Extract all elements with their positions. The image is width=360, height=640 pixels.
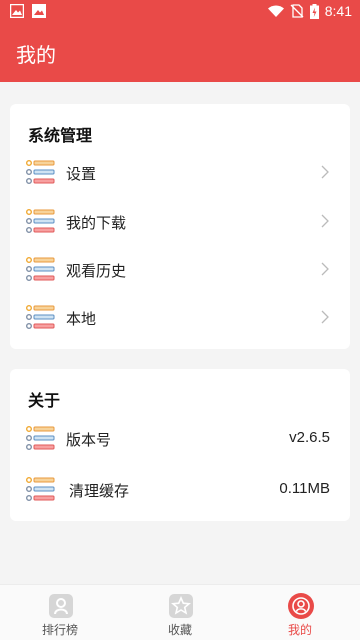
version-row: 版本号 v2.6.5 (10, 418, 350, 458)
list-icon (26, 209, 55, 234)
clear-cache-row[interactable]: 清理缓存 0.11MB (10, 469, 350, 509)
cache-size-value: 0.11MB (279, 480, 330, 497)
tab-mine-label: 我的 (287, 623, 312, 637)
version-value: v2.6.5 (289, 429, 330, 446)
tab-ranking[interactable]: 排行榜 (0, 585, 120, 640)
status-bar: 8:41 (0, 0, 360, 24)
tab-favorites[interactable]: 收藏 (120, 585, 240, 640)
my-downloads-row[interactable]: 我的下载 (10, 201, 350, 241)
tab-favorites-label: 收藏 (167, 623, 192, 637)
clock: 8:41 (324, 3, 352, 19)
battery-charging-icon (309, 3, 319, 19)
chevron-right-icon (321, 310, 329, 324)
about-card: 关于 版本号 v2.6.5 清理缓存 0.11MB (10, 369, 350, 521)
app-bar: 我的 (0, 24, 360, 82)
image-notification-icon (32, 4, 46, 18)
watch-history-row[interactable]: 观看历史 (10, 249, 350, 289)
tab-mine[interactable]: 我的 (240, 585, 360, 640)
local-label: 本地 (66, 310, 97, 328)
page-title: 我的 (16, 43, 56, 67)
my-downloads-label: 我的下载 (66, 214, 127, 232)
no-sim-icon (290, 4, 304, 18)
local-row[interactable]: 本地 (10, 297, 350, 337)
user-icon (288, 593, 314, 619)
list-icon (26, 426, 55, 451)
bottom-tab-bar: 排行榜 收藏 我的 (0, 584, 360, 640)
gallery-icon (10, 4, 24, 18)
list-icon (26, 160, 55, 185)
clear-cache-label: 清理缓存 (69, 482, 130, 500)
ranking-icon (49, 594, 73, 618)
watch-history-label: 观看历史 (66, 262, 127, 280)
chevron-right-icon (321, 214, 329, 228)
chevron-right-icon (321, 262, 329, 276)
settings-label: 设置 (66, 165, 97, 183)
chevron-right-icon (321, 165, 329, 179)
wifi-icon (267, 5, 284, 17)
list-icon (26, 257, 55, 282)
tab-ranking-label: 排行榜 (41, 623, 78, 637)
section-title-about: 关于 (28, 391, 61, 410)
settings-row[interactable]: 设置 (10, 152, 350, 192)
star-icon (169, 594, 193, 618)
list-icon (26, 477, 55, 502)
version-label: 版本号 (66, 431, 112, 449)
list-icon (26, 305, 55, 330)
system-management-card: 系统管理 设置 我的下载 观看历史 本地 (10, 104, 350, 349)
section-title-system: 系统管理 (28, 126, 93, 145)
